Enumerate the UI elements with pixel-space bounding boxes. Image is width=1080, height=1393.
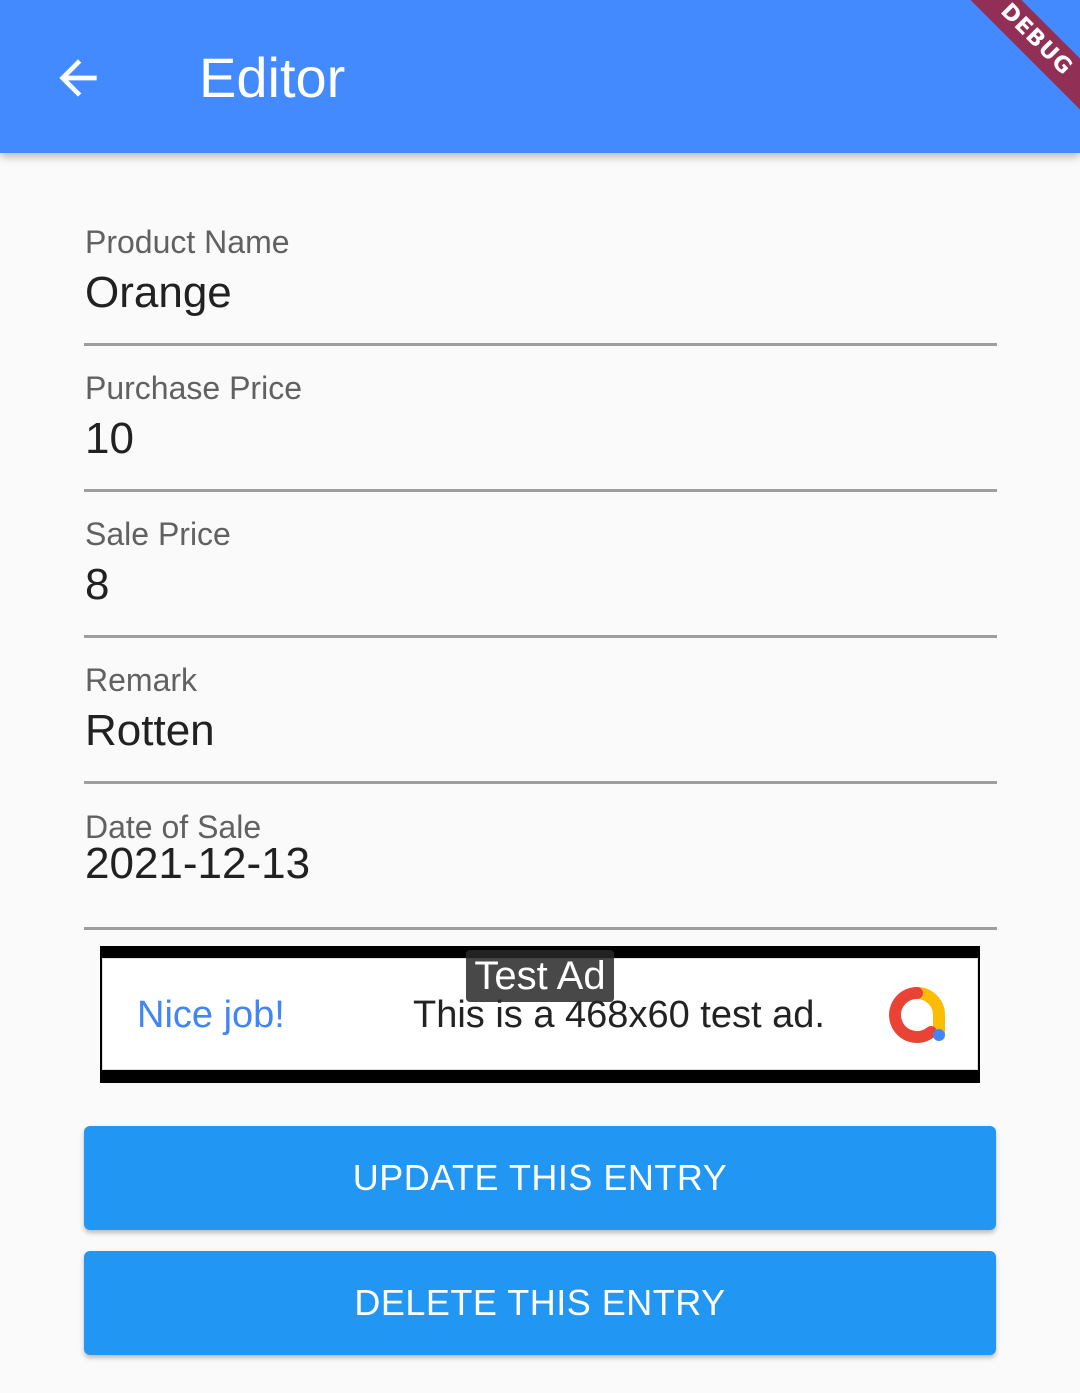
update-entry-button[interactable]: UPDATE THIS ENTRY bbox=[84, 1126, 996, 1230]
purchase-price-value[interactable]: 10 bbox=[85, 414, 134, 464]
delete-entry-button[interactable]: DELETE THIS ENTRY bbox=[84, 1251, 996, 1355]
remark-value[interactable]: Rotten bbox=[85, 706, 215, 756]
purchase-price-field[interactable]: Purchase Price 10 bbox=[84, 346, 997, 492]
date-of-sale-value[interactable]: 2021-12-13 bbox=[85, 839, 310, 889]
ad-headline[interactable]: Nice job! bbox=[137, 993, 285, 1037]
app-bar: Editor bbox=[0, 0, 1080, 153]
sale-price-value[interactable]: 8 bbox=[85, 560, 109, 610]
page-title: Editor bbox=[199, 46, 346, 109]
sale-price-field[interactable]: Sale Price 8 bbox=[84, 492, 997, 638]
product-name-value[interactable]: Orange bbox=[85, 268, 232, 318]
ad-logo-icon[interactable] bbox=[887, 985, 947, 1045]
arrow-back-icon[interactable] bbox=[50, 50, 106, 106]
debug-banner: DEBUG bbox=[970, 0, 1080, 110]
product-name-field[interactable]: Product Name Orange bbox=[84, 200, 997, 346]
remark-field[interactable]: Remark Rotten bbox=[84, 638, 997, 784]
sale-price-label: Sale Price bbox=[85, 516, 231, 552]
purchase-price-label: Purchase Price bbox=[85, 370, 302, 406]
date-of-sale-field[interactable]: Date of Sale 2021-12-13 bbox=[84, 784, 997, 930]
arrow-back-icon-glyph bbox=[59, 59, 97, 97]
ad-logo-icon-glyph bbox=[889, 987, 945, 1043]
remark-label: Remark bbox=[85, 662, 198, 698]
debug-banner-label: DEBUG bbox=[970, 0, 1080, 110]
product-name-label: Product Name bbox=[85, 224, 290, 260]
test-ad-label: Test Ad bbox=[466, 950, 614, 1002]
